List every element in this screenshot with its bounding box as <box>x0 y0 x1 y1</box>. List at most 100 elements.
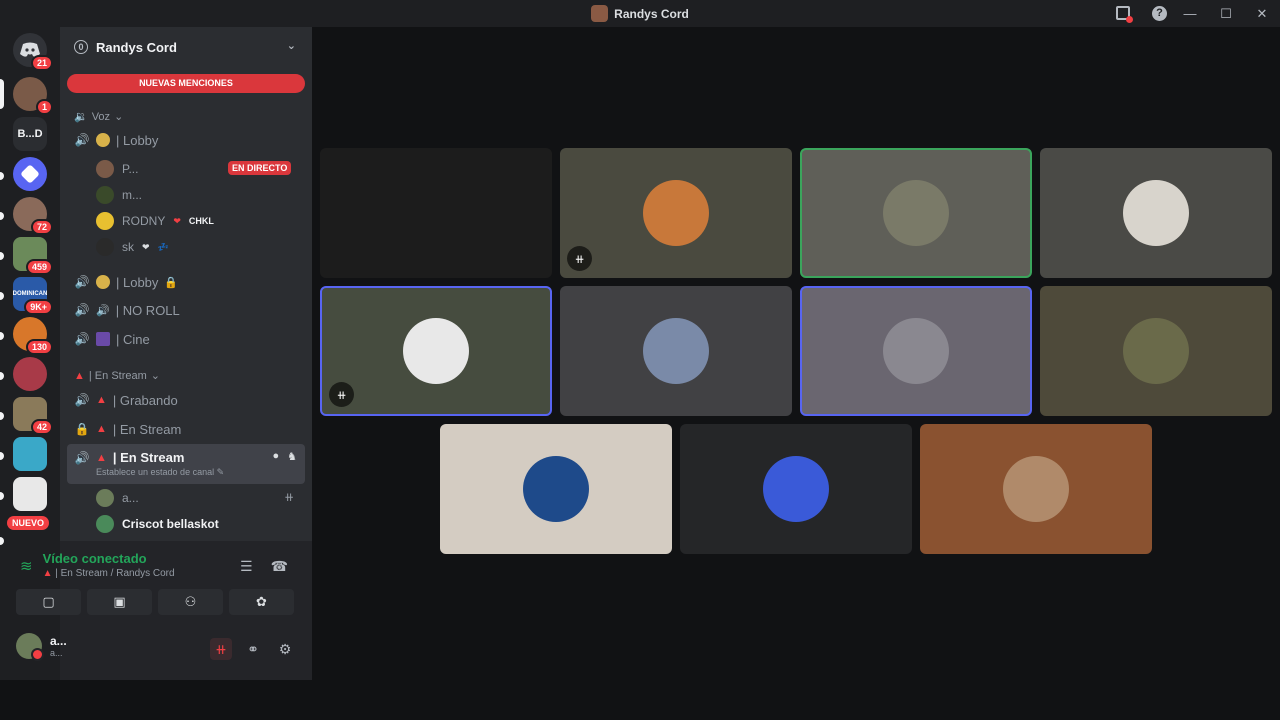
server-icon-8[interactable] <box>13 357 47 391</box>
new-mentions-button[interactable]: NUEVAS MENCIONES <box>67 74 305 93</box>
video-tile[interactable] <box>800 286 1032 416</box>
category-label: | En Stream <box>88 369 147 382</box>
voice-user[interactable]: Criscot bellaskot <box>96 512 219 536</box>
channel-name: | Cine <box>116 331 150 347</box>
video-tile[interactable] <box>320 148 552 278</box>
channel-no-roll[interactable]: 🔊 🔊 | NO ROLL <box>74 297 304 323</box>
user-name: a... <box>50 634 67 648</box>
chevron-down-icon: ⌄ <box>150 370 160 382</box>
mic-muted-icon: ⧺ <box>329 382 354 407</box>
server-icon-9[interactable]: 42 <box>13 397 53 435</box>
signal-icon[interactable]: ≋ <box>20 557 33 579</box>
voice-user[interactable]: P... <box>96 157 138 181</box>
unread-pill <box>0 212 4 220</box>
siren-icon: ▲ <box>42 568 53 579</box>
server-badge: 459 <box>25 259 53 275</box>
video-tile[interactable] <box>440 424 672 554</box>
activity-button[interactable]: ⚇ <box>158 589 223 615</box>
minimize-icon[interactable]: — <box>1172 0 1208 27</box>
channel-lobby[interactable]: 🔊 | Lobby <box>74 127 304 153</box>
unread-pill <box>0 252 4 260</box>
avatar <box>96 212 114 230</box>
video-tile[interactable] <box>920 424 1152 554</box>
category-voz[interactable]: 🔉 Voz ⌄ <box>74 110 124 124</box>
mic-muted-icon[interactable]: ⧺ <box>210 638 232 660</box>
channel-en-stream-locked[interactable]: 🔒 ▲ | En Stream <box>74 416 304 442</box>
channel-emoji-icon <box>96 133 110 147</box>
guild-header[interactable]: 0 Randys Cord ⌄ <box>60 27 312 67</box>
channel-cine[interactable]: 🔊 | Cine <box>74 326 304 352</box>
server-icon-6[interactable]: DOMINICAN 9K+ <box>13 277 53 315</box>
video-tile[interactable] <box>1040 148 1272 278</box>
close-icon[interactable]: ✕ <box>1244 0 1280 27</box>
user-name: Criscot bellaskot <box>122 517 219 531</box>
unread-pill <box>0 452 4 460</box>
server-icon-4[interactable]: 72 <box>13 197 53 235</box>
voice-connection: ≋ Vídeo conectado ▲ | En Stream / Randys… <box>20 551 175 579</box>
speaker-icon: 🔉 <box>74 111 88 123</box>
home-button[interactable]: 21 <box>13 33 53 71</box>
server-icon-1[interactable]: 1 <box>13 77 53 115</box>
siren-icon: ▲ <box>74 369 85 382</box>
server-icon-10[interactable] <box>13 437 47 471</box>
category-en-stream[interactable]: ▲ | En Stream ⌄ <box>74 369 160 383</box>
channel-lobby-locked[interactable]: 🔊 | Lobby 🔒 <box>74 269 304 295</box>
title-bar: Randys Cord ? — ☐ ✕ <box>0 0 1280 27</box>
channel-grabando[interactable]: 🔊 ▲ | Grabando <box>74 387 304 413</box>
chat-icon[interactable]: ● <box>272 450 279 463</box>
user-name: a... <box>122 491 139 505</box>
user-tag: CHKL <box>188 216 214 226</box>
screen-share-button[interactable]: ▣ <box>87 589 152 615</box>
channel-status[interactable]: Establece un estado de canal ✎ <box>74 467 224 478</box>
speaker-emoji-icon: 🔊 <box>96 304 110 317</box>
unread-pill <box>0 492 4 500</box>
user-name: m... <box>122 188 142 202</box>
speaker-icon: 🔊 <box>74 133 90 147</box>
noise-suppression-icon[interactable]: ☰ <box>240 558 253 575</box>
soundboard-button[interactable]: ✿ <box>229 589 294 615</box>
voice-location[interactable]: ▲ | En Stream / Randys Cord <box>43 568 175 579</box>
voice-user[interactable]: a... <box>96 486 139 510</box>
participant-avatar <box>403 318 469 384</box>
mic-muted-icon: ⧺ <box>567 246 592 271</box>
unread-pill <box>0 292 4 300</box>
user-tag: 💤 <box>157 241 169 252</box>
video-tile[interactable] <box>1040 286 1272 416</box>
channel-name: | Lobby <box>116 132 159 148</box>
voice-user[interactable]: RODNY ❤ CHKL <box>96 209 214 233</box>
video-tile[interactable]: ⧺ <box>320 286 552 416</box>
channel-name: | NO ROLL <box>115 302 180 318</box>
voice-status[interactable]: Vídeo conectado <box>43 551 175 566</box>
add-member-icon[interactable]: ♞ <box>287 450 297 463</box>
help-icon[interactable]: ? <box>1152 6 1167 21</box>
server-icon-2[interactable]: B...D <box>13 117 47 151</box>
voice-user[interactable]: m... <box>96 183 142 207</box>
channel-en-stream-active[interactable]: 🔊 ▲ | En Stream Establece un estado de c… <box>67 444 305 484</box>
video-tile[interactable] <box>800 148 1032 278</box>
settings-gear-icon[interactable]: ⚙ <box>274 638 296 660</box>
inbox-icon[interactable] <box>1116 6 1133 23</box>
video-tile[interactable]: ⧺ <box>560 148 792 278</box>
category-label: Voz <box>91 110 111 123</box>
voice-user[interactable]: sk ❤ 💤 <box>96 235 169 259</box>
server-icon-3[interactable] <box>13 157 47 191</box>
server-badge: 9K+ <box>24 299 53 315</box>
participant-avatar <box>643 180 709 246</box>
user-bar[interactable]: a... a... <box>16 633 67 661</box>
server-icon-7[interactable]: 130 <box>13 317 53 355</box>
headphones-icon[interactable]: ⚭ <box>242 638 264 660</box>
video-tile[interactable] <box>680 424 912 554</box>
video-stage: ⧺ ⧺ <box>313 27 1280 680</box>
maximize-icon[interactable]: ☐ <box>1208 0 1244 27</box>
server-icon-5[interactable]: 459 <box>13 237 53 275</box>
voice-location-text: | En Stream / Randys Cord <box>55 568 175 579</box>
video-tile[interactable] <box>560 286 792 416</box>
screen-share-icon: ▣ <box>113 594 126 609</box>
user-avatar <box>16 633 44 661</box>
disconnect-icon[interactable]: ☎ <box>271 558 288 575</box>
camera-off-button[interactable]: ▢ <box>16 589 81 615</box>
new-servers-badge[interactable]: NUEVO <box>7 516 50 530</box>
soundboard-icon: ✿ <box>256 594 267 609</box>
chevron-down-icon: ⌄ <box>114 111 124 123</box>
server-icon-11[interactable] <box>13 477 47 511</box>
